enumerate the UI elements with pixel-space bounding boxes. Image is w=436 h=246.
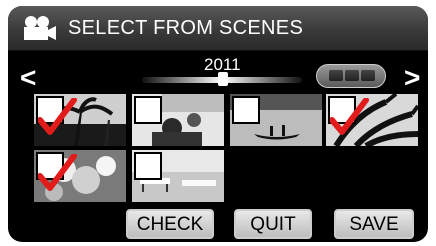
camera-screen: SELECT FROM SCENES < 2011 > CHECK QUIT S… <box>8 6 428 242</box>
scene-checkbox[interactable] <box>134 152 162 180</box>
page-dot <box>329 70 343 81</box>
scene-thumbnail[interactable] <box>326 94 418 146</box>
check-icon <box>38 98 77 135</box>
scene-checkbox[interactable] <box>36 96 77 135</box>
quit-button[interactable]: QUIT <box>234 209 312 239</box>
header-bar: SELECT FROM SCENES <box>8 6 428 51</box>
scene-thumbnail[interactable] <box>132 150 224 202</box>
scene-checkbox[interactable] <box>36 152 77 191</box>
next-button[interactable]: > <box>404 64 420 92</box>
scene-thumbnail[interactable] <box>34 94 126 146</box>
page-dot <box>361 70 375 81</box>
page-dot <box>345 70 359 81</box>
scene-thumbnail[interactable] <box>132 94 224 146</box>
prev-button[interactable]: < <box>20 64 36 92</box>
page-indicator <box>316 64 386 88</box>
scene-checkbox[interactable] <box>328 96 369 135</box>
scene-thumbnail[interactable] <box>230 94 322 146</box>
scene-thumbnail[interactable] <box>34 150 126 202</box>
scene-checkbox[interactable] <box>134 96 162 124</box>
page-title: SELECT FROM SCENES <box>68 17 304 39</box>
check-button[interactable]: CHECK <box>126 209 214 239</box>
timeline-knob[interactable] <box>218 72 228 86</box>
check-icon <box>38 154 77 191</box>
video-camera-icon <box>24 16 56 40</box>
scene-checkbox[interactable] <box>232 96 260 124</box>
check-icon <box>330 98 369 135</box>
save-button[interactable]: SAVE <box>334 209 414 239</box>
